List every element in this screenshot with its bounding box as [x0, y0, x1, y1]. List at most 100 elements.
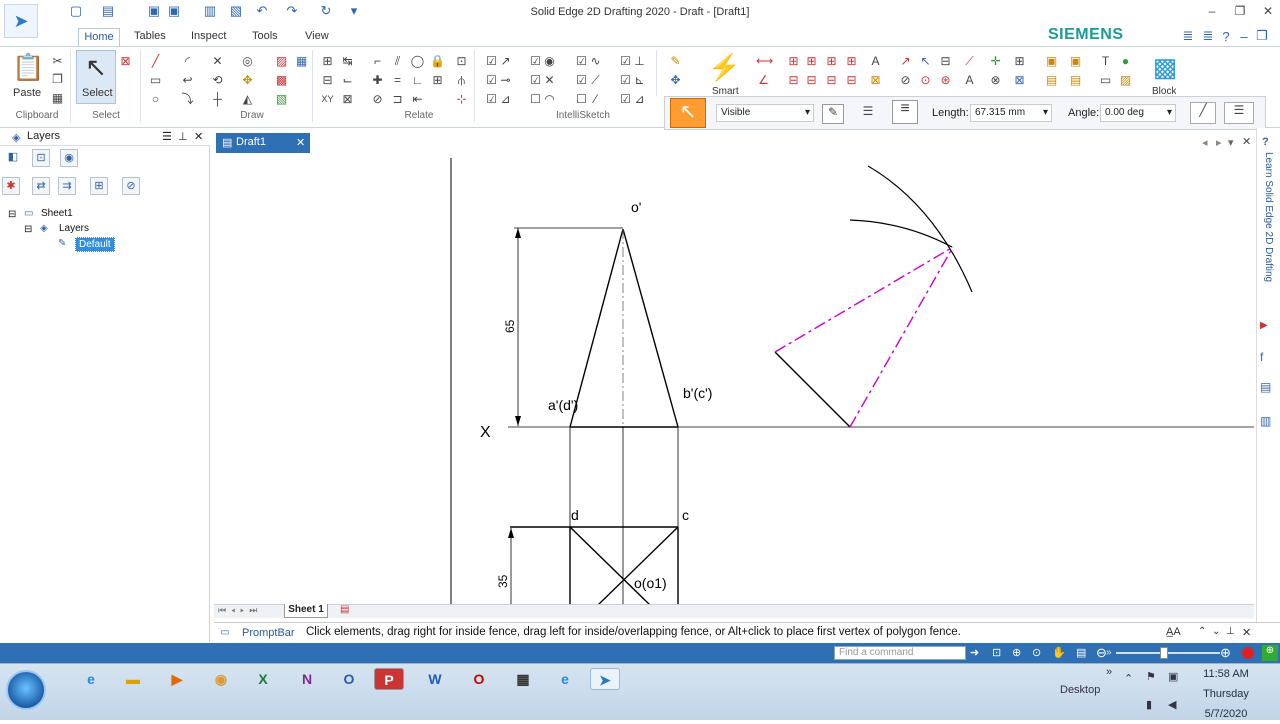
balloon-icon[interactable]: ↖ [918, 54, 933, 69]
checkbox-silhouette[interactable]: ☑ [618, 54, 633, 69]
distance-between-icon[interactable]: ⟷ [756, 54, 773, 69]
tab-home[interactable]: Home [78, 28, 120, 47]
find-command-input[interactable]: Find a command [834, 646, 966, 660]
rigid-set-icon[interactable]: ⊞ [430, 73, 445, 88]
maintain-relations-icon[interactable]: ⊹ [454, 92, 469, 107]
fill-icon[interactable]: ▨ [274, 54, 289, 69]
tree-toggle-sheet[interactable]: ⊟ [8, 209, 16, 220]
tab-scroll-right-icon[interactable]: ▸ [1216, 136, 1222, 149]
file-explorer-icon[interactable]: ▬ [118, 668, 148, 690]
view-options-icon[interactable]: ▤ [1076, 646, 1086, 659]
leader-icon[interactable]: ↗ [898, 54, 913, 69]
line-color-icon[interactable]: ✎ [822, 104, 844, 124]
delete-layer-icon[interactable]: ⊘ [122, 177, 140, 195]
zoom-layer-icon[interactable]: ◉ [60, 149, 78, 167]
center-mark-icon[interactable]: ✛ [988, 54, 1003, 69]
copy-icon[interactable]: ❐ [50, 72, 65, 87]
construction-line-magenta-1[interactable] [774, 246, 954, 353]
cut-relation-icon[interactable]: ⊐ [390, 92, 405, 107]
point-icon[interactable]: ┼ [210, 92, 225, 107]
callout-icon[interactable]: ⊟ [938, 54, 953, 69]
cut-icon[interactable]: ✂ [50, 54, 65, 69]
move-to-layer-icon[interactable]: ⇄ [32, 177, 50, 195]
checkbox-perpendicular[interactable]: ☑ [484, 92, 499, 107]
surface-texture-icon[interactable]: ⊙ [918, 73, 933, 88]
circle-icon[interactable]: ○ [148, 92, 163, 107]
redo-icon[interactable]: ↷ [284, 3, 300, 19]
add-sheet-icon[interactable]: ▤ [340, 604, 349, 615]
copy-to-layer-icon[interactable]: ⇉ [58, 177, 76, 195]
help-circle-icon[interactable]: ? [1262, 136, 1269, 148]
edge-icon[interactable]: e [550, 668, 580, 690]
zoom-out-icon[interactable]: ⊖ [1096, 645, 1107, 661]
coordinate-dim-icon[interactable]: ⊞ [786, 54, 801, 69]
app-menu-icon[interactable]: ➤ [4, 4, 38, 38]
feature-control-icon[interactable]: ⊗ [988, 73, 1003, 88]
text-format-icon[interactable]: T [1098, 54, 1113, 69]
prompt-expand-icon[interactable]: ⌄ [1212, 626, 1220, 637]
prompt-font-size-icon[interactable]: A̲A [1166, 626, 1181, 638]
close-document-icon[interactable]: ✕ [296, 136, 305, 149]
close-window-icon[interactable]: ✕ [1258, 4, 1278, 22]
centerline-icon[interactable]: ⊞ [1012, 54, 1027, 69]
sheet-tab-1[interactable]: Sheet 1 [284, 604, 328, 618]
horizontal-vertical-icon[interactable]: ↹ [340, 54, 355, 69]
text-icon[interactable]: A [962, 73, 977, 88]
save-as-icon[interactable]: ▣ [166, 3, 182, 19]
angle-input[interactable]: 0.00 deg ▾ [1100, 104, 1176, 122]
true-length-edge[interactable] [774, 351, 851, 428]
onenote-icon[interactable]: N [292, 668, 322, 690]
save-icon[interactable]: ▣ [146, 3, 162, 19]
fillet-icon[interactable]: ⟲ [210, 73, 225, 88]
tangent-arc-icon[interactable]: ⤵ [180, 92, 195, 107]
perpendicular-icon[interactable]: ✚ [370, 73, 385, 88]
region-icon[interactable]: ▦ [294, 54, 309, 69]
facebook-icon[interactable]: f [1260, 350, 1263, 364]
connect-icon[interactable]: ⊞ [320, 54, 335, 69]
system-clock[interactable]: 11:58 AM Thursday 5/7/2020 [1190, 664, 1262, 724]
checkbox-point-on[interactable]: ☑ [574, 73, 589, 88]
start-button[interactable] [6, 670, 46, 710]
tab-list-icon[interactable]: ▾ [1228, 136, 1234, 149]
image-icon[interactable]: ▧ [274, 92, 289, 107]
checkbox-endpoint[interactable]: ☑ [484, 54, 499, 69]
offset-icon[interactable]: ◎ [240, 54, 255, 69]
word-icon[interactable]: W [420, 668, 450, 690]
dim-style-icon[interactable]: ⊟ [786, 73, 801, 88]
repeat-icon[interactable]: ↻ [318, 3, 334, 19]
weld-icon[interactable]: ⊘ [898, 73, 913, 88]
concentric-icon[interactable]: ◯ [410, 54, 425, 69]
paste-button[interactable]: Paste [13, 87, 41, 99]
dim-attach-icon[interactable]: ⊠ [868, 73, 883, 88]
sheet-nav-icons[interactable]: ⏮◂▸⏭ [218, 605, 262, 616]
intellisketch-options-icon[interactable]: ✎ [668, 54, 683, 69]
solid-edge-taskbar-icon[interactable]: ➤ [590, 668, 620, 690]
checkbox-quadrant[interactable]: ☑ [618, 73, 633, 88]
trim-icon[interactable]: ✕ [210, 54, 225, 69]
pin-icon[interactable]: ⊥ [178, 130, 188, 143]
move-icon[interactable]: ✥ [240, 73, 255, 88]
merge-layer-icon[interactable]: ⊞ [90, 177, 108, 195]
minimize-icon[interactable]: – [1202, 4, 1222, 22]
ungroup-icon[interactable]: ▣ [1068, 54, 1083, 69]
pan-icon[interactable]: ✋ [1052, 646, 1066, 659]
help-icon[interactable]: ? [1218, 28, 1234, 44]
line-mode-icon[interactable]: ╱ [1190, 102, 1216, 124]
construction-curve[interactable] [849, 219, 953, 248]
group-icon[interactable]: ▣ [1044, 54, 1059, 69]
tray-network-icon[interactable]: ▣ [1168, 670, 1178, 683]
xy-icon[interactable]: XY [320, 92, 335, 107]
image-insert-icon[interactable]: ▨ [1118, 73, 1133, 88]
ribbon-restore-icon[interactable]: ❐ [1254, 28, 1270, 44]
tab-inspect[interactable]: Inspect [191, 30, 226, 46]
checkbox-center[interactable]: ☑ [528, 54, 543, 69]
length-input[interactable]: 67.315 mm ▾ [970, 104, 1052, 122]
fit-icon[interactable]: ⊡ [32, 149, 50, 167]
hatch-icon[interactable]: ▩ [274, 73, 289, 88]
tangent-icon[interactable]: ⌐ [370, 54, 385, 69]
send-backward-icon[interactable]: ▤ [1068, 73, 1083, 88]
tab-view[interactable]: View [305, 30, 329, 46]
clipboard-icon[interactable]: ▧ [228, 3, 244, 19]
line-icon[interactable]: ╱ [148, 54, 163, 69]
select-tools-icon[interactable]: ⊠ [118, 54, 133, 69]
